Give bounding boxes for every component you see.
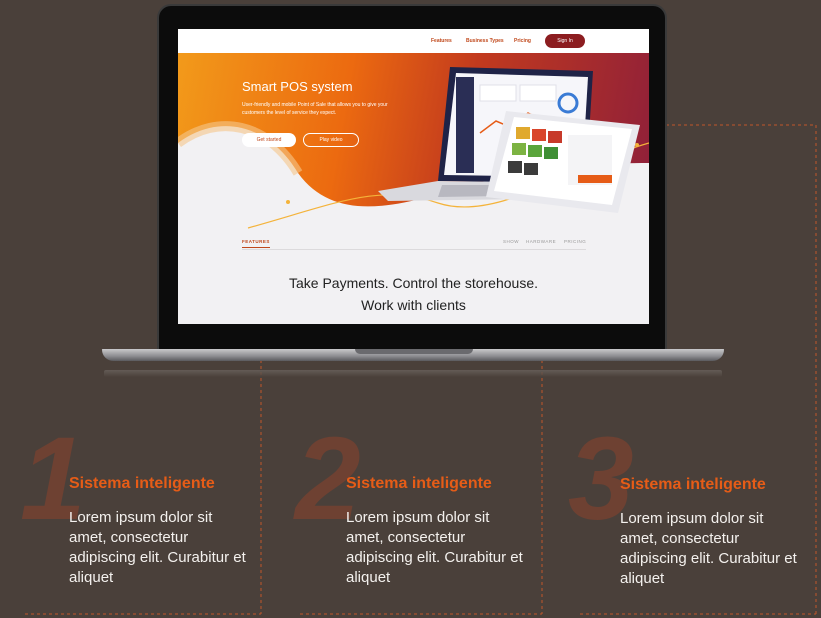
laptop-screen: Features Business Types Pricing Sign In … — [178, 29, 649, 324]
laptop-reflection — [104, 370, 722, 377]
features-tabbar: FEATURES SHOW HARDWARE PRICING — [242, 234, 586, 250]
sign-in-button[interactable]: Sign In — [545, 34, 585, 48]
pos-devices-illustration — [378, 67, 640, 213]
tab-features[interactable]: FEATURES — [242, 239, 270, 248]
laptop-base-notch — [355, 349, 473, 354]
nav-features[interactable]: Features — [431, 38, 452, 44]
nav-business-types[interactable]: Business Types — [466, 38, 504, 44]
screen-headline: Take Payments. Control the storehouse. W… — [178, 272, 649, 316]
hero-title: Smart POS system — [242, 79, 353, 94]
feature-title-2: Sistema inteligente — [346, 475, 492, 492]
tab-show[interactable]: SHOW — [503, 239, 519, 244]
tab-pricing[interactable]: PRICING — [564, 239, 586, 244]
feature-body-3: Lorem ipsum dolor sit amet, consectetur … — [620, 510, 797, 587]
headline-line-2: Work with clients — [361, 297, 466, 313]
nav-pricing[interactable]: Pricing — [514, 38, 531, 44]
feature-title-3: Sistema inteligente — [620, 476, 766, 493]
headline-line-1: Take Payments. Control the storehouse. — [288, 275, 539, 291]
site-navbar: Features Business Types Pricing Sign In — [178, 29, 649, 53]
feature-body-2: Lorem ipsum dolor sit amet, consectetur … — [346, 509, 523, 586]
get-started-button[interactable]: Get started — [242, 133, 296, 147]
hero-section: Smart POS system User-friendly and mobil… — [178, 53, 649, 231]
feature-body-1: Lorem ipsum dolor sit amet, consectetur … — [69, 509, 246, 586]
play-video-button[interactable]: Play video — [303, 133, 359, 147]
tab-hardware[interactable]: HARDWARE — [526, 239, 556, 244]
feature-title-1: Sistema inteligente — [69, 475, 215, 492]
